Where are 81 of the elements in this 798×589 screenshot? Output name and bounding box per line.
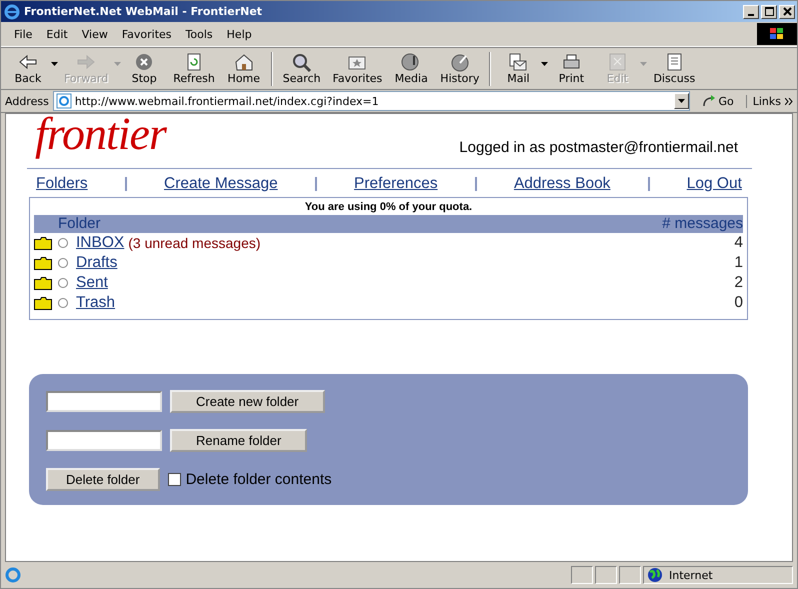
radio-button[interactable] [58,258,68,268]
radio-button[interactable] [58,278,68,288]
checkbox-label: Delete folder contents [186,471,332,488]
back-arrow-icon [17,52,39,72]
toolbar-button[interactable]: Favorites [326,51,388,86]
dropdown-button[interactable] [674,93,690,109]
delete-folder-button[interactable]: Delete folder [46,468,160,491]
home-icon [232,52,255,72]
nav-link[interactable]: Log Out [686,175,742,193]
links-button[interactable]: Links [746,94,781,108]
new-folder-field[interactable] [46,391,162,412]
logged-in-text: Logged in as postmaster@frontiermail.net [459,139,738,156]
message-count: 4 [734,234,743,252]
status-pane [571,566,593,584]
forward-arrow-icon [75,52,98,72]
close-button[interactable] [779,4,795,18]
nav-link[interactable]: Preferences [354,175,438,193]
folder-link[interactable]: Trash [76,294,116,312]
folder-link[interactable]: Sent [76,274,108,292]
column-header: # messages [662,215,743,233]
windows-logo-icon [757,23,797,45]
radio-button[interactable] [58,298,68,308]
quota-text: You are using 0% of your quota. [304,201,474,213]
folder-icon [34,236,52,250]
toolbar-button[interactable]: Discuss [647,51,702,86]
rename-folder-field[interactable] [46,430,162,451]
menu-item[interactable]: Edit [39,28,75,40]
minimize-button[interactable] [743,4,759,18]
folder-icon [34,296,52,310]
globe-icon [647,567,663,583]
address-label: Address [5,94,49,108]
toolbar-button[interactable]: History [434,51,486,86]
window-title: FrontierNet.Net WebMail - FrontierNet [24,5,264,18]
message-count: 0 [734,294,743,312]
caret-icon [678,99,686,103]
dropdown-arrow-icon[interactable] [541,62,548,66]
minimize-icon [748,14,754,16]
menu-item[interactable]: Help [220,28,259,40]
toolbar-button[interactable]: Print [548,51,594,86]
status-pane [619,566,641,584]
unread-note: (3 unread messages) [128,235,261,251]
toolbar-button[interactable]: Search [276,51,327,86]
maximize-button[interactable] [761,4,777,18]
browser-icon [4,4,20,20]
nav-link[interactable]: Folders [36,175,88,193]
mail-icon [507,52,530,72]
go-button[interactable]: Go [694,94,742,108]
folder-link[interactable]: INBOX [76,234,124,252]
menu-item[interactable]: Favorites [114,28,179,40]
toolbar-button[interactable]: Home [220,51,267,86]
folder-icon [34,276,52,290]
nav-link[interactable]: Create Message [164,175,278,193]
history-icon [448,52,471,72]
page-icon [56,93,72,109]
column-header: Folder [57,215,101,233]
rename-folder-button[interactable]: Rename folder [170,429,308,452]
zone-label: Internet [669,568,713,582]
toolbar-button[interactable]: Back [5,51,51,86]
status-pane [595,566,617,584]
search-icon [290,52,313,72]
toolbar-button[interactable]: Stop [121,51,168,86]
menu-item[interactable]: Tools [178,28,220,40]
maximize-icon [764,7,774,16]
nav-link[interactable]: Address Book [514,175,610,193]
checkbox[interactable] [168,473,181,486]
radio-button[interactable] [58,238,68,248]
address-field[interactable]: http://www.webmail.frontiermail.net/index.cgi?index=1 [52,91,690,111]
page-icon [5,567,21,583]
toolbar-button[interactable]: Media [388,51,434,86]
create-folder-button[interactable]: Create new folder [170,390,325,413]
dropdown-arrow-icon[interactable] [51,62,58,66]
message-count: 1 [734,254,743,272]
go-arrow-icon [702,94,716,108]
toolbar-button[interactable]: Mail [495,51,542,86]
folder-link[interactable]: Drafts [76,254,118,272]
close-icon [782,7,792,16]
message-count: 2 [734,274,743,292]
folder-icon [34,256,52,270]
menu-item[interactable]: File [7,28,40,40]
toolbar-button[interactable]: Refresh [167,51,221,86]
menu-item[interactable]: View [74,28,115,40]
